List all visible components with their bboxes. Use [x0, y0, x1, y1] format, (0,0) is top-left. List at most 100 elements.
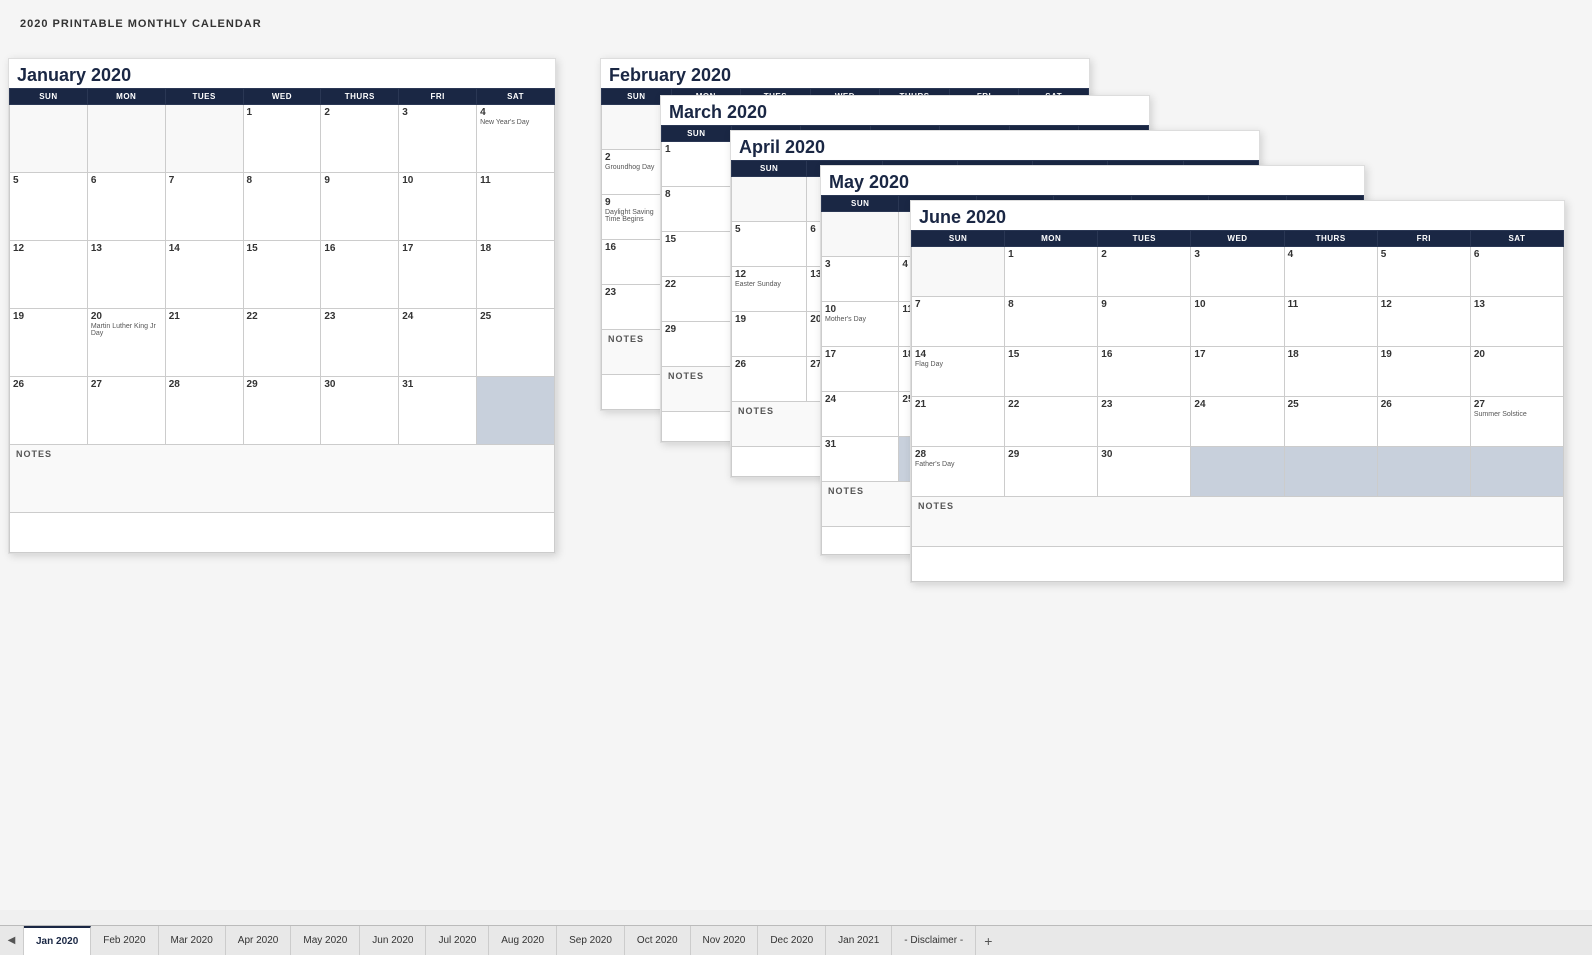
tab-may-2020[interactable]: May 2020 — [291, 926, 360, 955]
tab-oct-2020[interactable]: Oct 2020 — [625, 926, 691, 955]
apr-cell: 12Easter Sunday — [732, 267, 807, 312]
table-row: 14Flag Day 15 16 17 18 19 20 — [912, 347, 1564, 397]
tab-jul-2020[interactable]: Jul 2020 — [426, 926, 489, 955]
table-row: 19 20Martin Luther King Jr Day 21 22 23 … — [10, 309, 555, 377]
mar-cell: 29 — [662, 322, 732, 367]
jan-cell: 24 — [399, 309, 477, 377]
january-title: January 2020 — [9, 59, 555, 88]
jun-cell: 30 — [1098, 447, 1191, 497]
jan-cell: 3 — [399, 105, 477, 173]
may-cell: 3 — [822, 257, 899, 302]
notes-content — [912, 547, 1564, 582]
june-title: June 2020 — [911, 201, 1564, 230]
jan-cell: 31 — [399, 377, 477, 445]
apr-cell: 19 — [732, 312, 807, 357]
notes-row: NOTES — [10, 445, 555, 513]
jun-cell: 25 — [1284, 397, 1377, 447]
jan-hdr-mon: MON — [87, 89, 165, 105]
jun-hdr-mon: MON — [1005, 231, 1098, 247]
jun-cell: 26 — [1377, 397, 1470, 447]
main-area: 2020 PRINTABLE MONTHLY CALENDAR January … — [0, 0, 1592, 910]
jan-cell: 17 — [399, 241, 477, 309]
jun-cell: 2 — [1098, 247, 1191, 297]
jun-cell: 7 — [912, 297, 1005, 347]
jun-cell: 6 — [1470, 247, 1563, 297]
tab-sep-2020[interactable]: Sep 2020 — [557, 926, 625, 955]
jun-cell-inactive — [1377, 447, 1470, 497]
tab-add-button[interactable]: + — [976, 926, 1000, 955]
jan-cell: 26 — [10, 377, 88, 445]
notes-row: NOTES — [912, 497, 1564, 547]
tab-nov-2020[interactable]: Nov 2020 — [691, 926, 759, 955]
jun-cell — [912, 247, 1005, 297]
jun-cell-inactive — [1191, 447, 1284, 497]
calendar-june: June 2020 SUN MON TUES WED THURS FRI SAT… — [910, 200, 1565, 583]
jun-cell: 5 — [1377, 247, 1470, 297]
may-cell — [822, 212, 899, 257]
tab-apr-2020[interactable]: Apr 2020 — [226, 926, 292, 955]
tab-disclaimer[interactable]: - Disclaimer - — [892, 926, 976, 955]
jan-cell: 18 — [477, 241, 555, 309]
table-row: 1 2 3 4 5 6 — [912, 247, 1564, 297]
jun-cell: 21 — [912, 397, 1005, 447]
tab-feb-2020[interactable]: Feb 2020 — [91, 926, 158, 955]
jun-hdr-tue: TUES — [1098, 231, 1191, 247]
jan-cell: 21 — [165, 309, 243, 377]
jan-cell: 28 — [165, 377, 243, 445]
may-title: May 2020 — [821, 166, 1364, 195]
jan-cell: 22 — [243, 309, 321, 377]
page-title: 2020 PRINTABLE MONTHLY CALENDAR — [20, 18, 1572, 30]
jan-cell: 9 — [321, 173, 399, 241]
tab-bar: ◀ Jan 2020 Feb 2020 Mar 2020 Apr 2020 Ma… — [0, 925, 1592, 955]
tab-aug-2020[interactable]: Aug 2020 — [489, 926, 557, 955]
jan-hdr-wed: WED — [243, 89, 321, 105]
january-grid: SUN MON TUES WED THURS FRI SAT 1 2 3 — [9, 88, 555, 553]
jan-cell: 6 — [87, 173, 165, 241]
jan-cell — [165, 105, 243, 173]
jan-cell: 30 — [321, 377, 399, 445]
jan-cell: 19 — [10, 309, 88, 377]
jun-cell: 18 — [1284, 347, 1377, 397]
notes-content-row — [912, 547, 1564, 582]
jan-hdr-tue: TUES — [165, 89, 243, 105]
jan-cell — [87, 105, 165, 173]
jan-cell: 4New Year's Day — [477, 105, 555, 173]
jun-cell: 3 — [1191, 247, 1284, 297]
mar-hdr-sun: SUN — [662, 126, 732, 142]
tab-jun-2020[interactable]: Jun 2020 — [360, 926, 426, 955]
jan-hdr-sat: SAT — [477, 89, 555, 105]
tab-dec-2020[interactable]: Dec 2020 — [758, 926, 826, 955]
april-title: April 2020 — [731, 131, 1259, 160]
jan-cell: 14 — [165, 241, 243, 309]
jun-cell: 1 — [1005, 247, 1098, 297]
jun-cell: 24 — [1191, 397, 1284, 447]
jun-cell: 16 — [1098, 347, 1191, 397]
table-row: 21 22 23 24 25 26 27Summer Solstice — [912, 397, 1564, 447]
notes-content — [10, 513, 555, 553]
jan-cell: 27 — [87, 377, 165, 445]
table-row: 7 8 9 10 11 12 13 — [912, 297, 1564, 347]
may-cell: 24 — [822, 392, 899, 437]
notes-label: NOTES — [912, 497, 1564, 547]
mar-cell: 22 — [662, 277, 732, 322]
jan-hdr-sun: SUN — [10, 89, 88, 105]
jun-hdr-wed: WED — [1191, 231, 1284, 247]
may-cell: 17 — [822, 347, 899, 392]
tab-scroll-left[interactable]: ◀ — [0, 926, 24, 955]
jun-cell: 8 — [1005, 297, 1098, 347]
tab-jan-2020[interactable]: Jan 2020 — [24, 926, 91, 955]
jun-cell: 29 — [1005, 447, 1098, 497]
mar-cell: 8 — [662, 187, 732, 232]
jun-cell: 17 — [1191, 347, 1284, 397]
mar-cell: 15 — [662, 232, 732, 277]
jun-cell: 22 — [1005, 397, 1098, 447]
jan-cell-inactive — [477, 377, 555, 445]
jan-cell: 23 — [321, 309, 399, 377]
tab-mar-2020[interactable]: Mar 2020 — [159, 926, 226, 955]
table-row: 26 27 28 29 30 31 — [10, 377, 555, 445]
may-hdr-sun: SUN — [822, 196, 899, 212]
tab-jan-2021[interactable]: Jan 2021 — [826, 926, 892, 955]
june-grid: SUN MON TUES WED THURS FRI SAT 1 2 3 4 5 — [911, 230, 1564, 582]
jun-hdr-sun: SUN — [912, 231, 1005, 247]
february-title: February 2020 — [601, 59, 1089, 88]
